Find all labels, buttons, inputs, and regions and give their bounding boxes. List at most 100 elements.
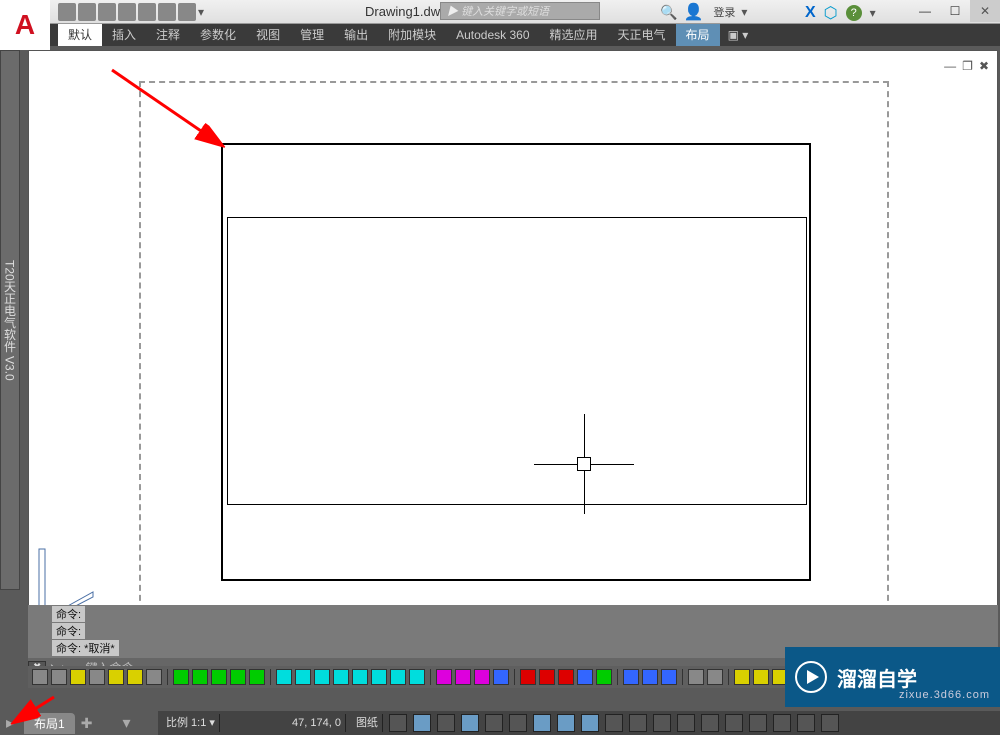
tool-icon[interactable]: [734, 669, 750, 685]
redo-icon[interactable]: [178, 3, 196, 21]
tool-icon[interactable]: [32, 669, 48, 685]
help-icon[interactable]: ?: [846, 5, 862, 21]
tool-icon[interactable]: [596, 669, 612, 685]
tool-icon[interactable]: [409, 669, 425, 685]
grid-toggle-icon[interactable]: [389, 714, 407, 732]
tool-icon[interactable]: [623, 669, 639, 685]
new-icon[interactable]: [58, 3, 76, 21]
lineweight-toggle-icon[interactable]: [557, 714, 575, 732]
tool-icon[interactable]: [173, 669, 189, 685]
tool-icon[interactable]: [249, 669, 265, 685]
ribbon-panel-toggle-icon[interactable]: ▣ ▾: [728, 24, 749, 46]
search-icon[interactable]: 🔍: [660, 4, 677, 21]
tool-icon[interactable]: [230, 669, 246, 685]
dyn-toggle-icon[interactable]: [533, 714, 551, 732]
tool-icon[interactable]: [295, 669, 311, 685]
layout-dropdown-icon[interactable]: ▾: [122, 713, 130, 733]
customize-icon[interactable]: [821, 714, 839, 732]
ribbon-tab-view[interactable]: 视图: [246, 24, 290, 46]
otrack-toggle-icon[interactable]: [509, 714, 527, 732]
tool-icon[interactable]: [146, 669, 162, 685]
close-button[interactable]: ✕: [970, 0, 1000, 22]
tool-icon[interactable]: [436, 669, 452, 685]
ortho-toggle-icon[interactable]: [437, 714, 455, 732]
doc-close-icon[interactable]: ✖: [979, 59, 989, 73]
help-dropdown-icon[interactable]: ▾: [870, 6, 876, 20]
qprops-toggle-icon[interactable]: [605, 714, 623, 732]
qat-dropdown-icon[interactable]: ▾: [198, 5, 204, 19]
ribbon-tab-output[interactable]: 输出: [334, 24, 378, 46]
tool-icon[interactable]: [352, 669, 368, 685]
viewport-inner-rect[interactable]: [227, 217, 807, 505]
a360-icon[interactable]: ⬡: [824, 3, 838, 23]
viewport-outer-rect[interactable]: [221, 143, 811, 581]
tool-icon[interactable]: [192, 669, 208, 685]
tool-icon[interactable]: [70, 669, 86, 685]
tool-icon[interactable]: [558, 669, 574, 685]
exchange-icon[interactable]: X: [805, 4, 816, 22]
tool-icon[interactable]: [89, 669, 105, 685]
layout-add-button[interactable]: ✚: [81, 715, 93, 732]
ribbon-tab-featured[interactable]: 精选应用: [540, 24, 608, 46]
ribbon-tab-addins[interactable]: 附加模块: [378, 24, 446, 46]
tool-icon[interactable]: [688, 669, 704, 685]
tool-icon[interactable]: [51, 669, 67, 685]
tool-icon[interactable]: [108, 669, 124, 685]
transparency-toggle-icon[interactable]: [581, 714, 599, 732]
hardware-accel-icon[interactable]: [749, 714, 767, 732]
ribbon-tab-autodesk360[interactable]: Autodesk 360: [446, 24, 539, 46]
lock-ui-icon[interactable]: [725, 714, 743, 732]
tool-icon[interactable]: [314, 669, 330, 685]
tool-icon[interactable]: [642, 669, 658, 685]
snap-toggle-icon[interactable]: [413, 714, 431, 732]
open-icon[interactable]: [78, 3, 96, 21]
clean-screen-icon[interactable]: [797, 714, 815, 732]
paper-toggle[interactable]: 图纸: [352, 714, 383, 732]
maximize-button[interactable]: ☐: [940, 0, 970, 22]
print-icon[interactable]: [138, 3, 156, 21]
left-palette-bar[interactable]: T20天正电气软件 V3.0: [0, 50, 20, 590]
tool-icon[interactable]: [539, 669, 555, 685]
saveas-icon[interactable]: [118, 3, 136, 21]
ribbon-tab-annotate[interactable]: 注释: [146, 24, 190, 46]
undo-icon[interactable]: [158, 3, 176, 21]
isolate-objects-icon[interactable]: [773, 714, 791, 732]
tool-icon[interactable]: [493, 669, 509, 685]
minimize-button[interactable]: —: [910, 0, 940, 22]
ribbon-tab-parametric[interactable]: 参数化: [190, 24, 246, 46]
ribbon-tab-layout[interactable]: 布局: [676, 24, 720, 46]
osnap-toggle-icon[interactable]: [485, 714, 503, 732]
tool-icon[interactable]: [333, 669, 349, 685]
tool-icon[interactable]: [707, 669, 723, 685]
tool-icon[interactable]: [276, 669, 292, 685]
tool-icon[interactable]: [455, 669, 471, 685]
polar-toggle-icon[interactable]: [461, 714, 479, 732]
annotation-visibility-icon[interactable]: [677, 714, 695, 732]
annotation-arrow-bottom: [6, 695, 56, 735]
tool-icon[interactable]: [474, 669, 490, 685]
login-dropdown-icon[interactable]: ▾: [741, 5, 747, 19]
tool-icon[interactable]: [661, 669, 677, 685]
workspace-icon[interactable]: [701, 714, 719, 732]
tool-icon[interactable]: [577, 669, 593, 685]
selection-cycling-icon[interactable]: [629, 714, 647, 732]
ribbon-tab-manage[interactable]: 管理: [290, 24, 334, 46]
ribbon-tab-default[interactable]: 默认: [58, 24, 102, 46]
save-icon[interactable]: [98, 3, 116, 21]
login-button[interactable]: 登录: [713, 4, 735, 20]
tool-icon[interactable]: [127, 669, 143, 685]
tool-icon[interactable]: [371, 669, 387, 685]
app-menu-button[interactable]: A: [0, 0, 50, 50]
ribbon-tab-tianzheng[interactable]: 天正电气: [608, 24, 676, 46]
tool-icon[interactable]: [753, 669, 769, 685]
annotation-scale-icon[interactable]: [653, 714, 671, 732]
tool-icon[interactable]: [211, 669, 227, 685]
tool-icon[interactable]: [390, 669, 406, 685]
search-input[interactable]: ▶ 键入关键字或短语: [440, 2, 600, 20]
ribbon-tab-insert[interactable]: 插入: [102, 24, 146, 46]
scale-display[interactable]: 比例 1:1 ▾: [162, 714, 220, 732]
doc-minimize-icon[interactable]: —: [944, 59, 956, 73]
tool-icon[interactable]: [520, 669, 536, 685]
user-icon[interactable]: 👤: [683, 2, 703, 22]
doc-restore-icon[interactable]: ❐: [962, 59, 973, 73]
